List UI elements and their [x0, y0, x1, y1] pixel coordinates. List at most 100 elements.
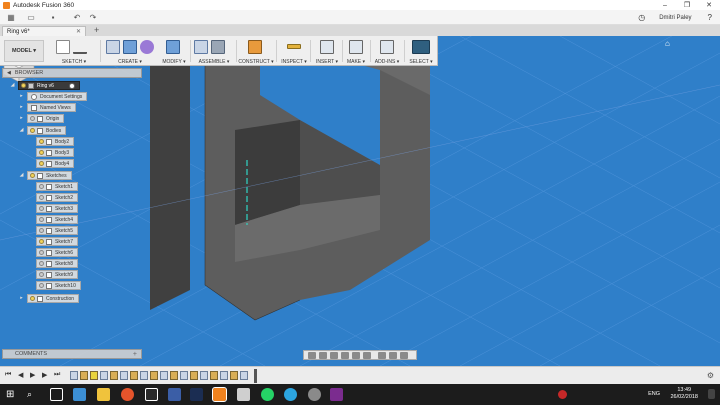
- press-pull-icon[interactable]: [166, 39, 180, 54]
- timeline-feature[interactable]: [130, 371, 138, 380]
- visibility-bulb-icon[interactable]: [30, 128, 35, 133]
- visibility-bulb-icon[interactable]: [39, 228, 44, 233]
- visibility-bulb-icon[interactable]: [39, 272, 44, 277]
- expand-toggle-icon[interactable]: ▸: [19, 295, 24, 301]
- notifications-icon[interactable]: [708, 389, 715, 399]
- timeline-settings-gear-icon[interactable]: ⚙: [707, 371, 714, 380]
- visibility-bulb-icon[interactable]: [39, 150, 44, 155]
- timeline-feature[interactable]: [160, 371, 168, 380]
- zoom-window-icon[interactable]: [363, 351, 371, 359]
- insert-menu-label[interactable]: INSERT ▾: [312, 59, 342, 65]
- visibility-bulb-icon[interactable]: [39, 195, 44, 200]
- browser-item-sketch[interactable]: Sketch8: [36, 259, 79, 268]
- activate-radio-icon[interactable]: [69, 82, 75, 89]
- create-sketch-icon[interactable]: [56, 39, 70, 54]
- file-menu-icon[interactable]: ▭: [26, 12, 36, 22]
- store-icon[interactable]: [145, 388, 158, 401]
- extrude-icon[interactable]: [123, 39, 137, 54]
- timeline-feature[interactable]: [170, 371, 178, 380]
- browser-item-named-views[interactable]: Named Views: [27, 103, 76, 112]
- sketch-menu-label[interactable]: SKETCH ▾: [50, 59, 98, 65]
- visibility-bulb-icon[interactable]: [39, 261, 44, 266]
- help-icon[interactable]: ?: [708, 13, 712, 22]
- browser-item-body[interactable]: Body4: [36, 159, 75, 168]
- timeline-feature[interactable]: [150, 371, 158, 380]
- insert-image-icon[interactable]: [320, 39, 334, 54]
- user-account-menu[interactable]: Dmitri Paley: [659, 15, 691, 21]
- input-language[interactable]: ENG: [648, 391, 660, 397]
- display-settings-icon[interactable]: [378, 351, 386, 359]
- photoshop-icon[interactable]: [190, 388, 203, 401]
- job-status-icon[interactable]: ◷: [638, 13, 645, 22]
- assemble-group[interactable]: ASSEMBLE ▾: [192, 38, 236, 65]
- add-comment-icon[interactable]: +: [133, 350, 137, 359]
- visibility-bulb-icon[interactable]: [39, 250, 44, 255]
- expand-toggle-icon[interactable]: ▸: [19, 104, 24, 110]
- timeline-feature[interactable]: [240, 371, 248, 380]
- sketch-group[interactable]: SKETCH ▾: [50, 38, 98, 65]
- tray-app-icon[interactable]: [558, 390, 567, 399]
- timeline-feature[interactable]: [190, 371, 198, 380]
- edge-browser-icon[interactable]: [73, 388, 86, 401]
- timeline-feature[interactable]: [210, 371, 218, 380]
- onenote-icon[interactable]: [330, 388, 343, 401]
- visibility-bulb-icon[interactable]: [30, 173, 35, 178]
- inspect-group[interactable]: INSPECT ▾: [278, 38, 310, 65]
- joint-icon[interactable]: [211, 39, 225, 54]
- make-group[interactable]: MAKE ▾: [344, 38, 368, 65]
- inspect-menu-label[interactable]: INSPECT ▾: [278, 59, 310, 65]
- file-explorer-icon[interactable]: [97, 388, 110, 401]
- collapse-browser-icon[interactable]: ◀: [7, 70, 11, 76]
- redo-icon[interactable]: ↷: [88, 12, 98, 22]
- expand-toggle-icon[interactable]: ◢: [10, 82, 15, 88]
- browser-item-sketch[interactable]: Sketch5: [36, 226, 79, 235]
- pan-icon[interactable]: [330, 351, 338, 359]
- browser-item-bodies[interactable]: Bodies: [27, 126, 67, 135]
- visibility-bulb-icon[interactable]: [21, 83, 26, 88]
- visibility-bulb-icon[interactable]: [39, 184, 44, 189]
- browser-item-sketch[interactable]: Sketch1: [36, 182, 79, 191]
- select-menu-label[interactable]: SELECT ▾: [406, 59, 436, 65]
- visibility-bulb-icon[interactable]: [39, 206, 44, 211]
- maximize-button[interactable]: ❐: [676, 0, 698, 10]
- visibility-bulb-icon[interactable]: [39, 239, 44, 244]
- visibility-bulb-icon[interactable]: [30, 116, 35, 121]
- browser-item-sketch[interactable]: Sketch10: [36, 281, 81, 290]
- firefox-icon[interactable]: [121, 388, 134, 401]
- select-icon[interactable]: [412, 39, 430, 54]
- measure-icon[interactable]: [287, 44, 301, 49]
- timeline-feature[interactable]: [100, 371, 108, 380]
- make-menu-label[interactable]: MAKE ▾: [344, 59, 368, 65]
- play-icon[interactable]: ▶: [30, 371, 38, 380]
- offset-plane-icon[interactable]: [248, 39, 262, 54]
- timeline-feature[interactable]: [230, 371, 238, 380]
- timeline-feature[interactable]: [120, 371, 128, 380]
- add-ins-menu-label[interactable]: ADD-INS ▾: [372, 59, 402, 65]
- timeline-feature[interactable]: [90, 371, 98, 380]
- create-group[interactable]: CREATE ▾: [102, 38, 158, 65]
- orbit-icon[interactable]: [308, 351, 316, 359]
- task-view-icon[interactable]: [50, 388, 63, 401]
- fusion-taskbar-icon[interactable]: [212, 387, 227, 402]
- app-taskbar-icon[interactable]: [168, 388, 181, 401]
- 3d-canvas[interactable]: RIGHT ⌂: [0, 36, 720, 366]
- browser-item-sketch[interactable]: Sketch3: [36, 204, 79, 213]
- timeline-feature[interactable]: [140, 371, 148, 380]
- browser-panel-header[interactable]: ◀ BROWSER: [2, 68, 142, 78]
- line-icon[interactable]: [73, 40, 87, 54]
- app-taskbar-icon[interactable]: [308, 388, 321, 401]
- scripts-addins-icon[interactable]: [380, 39, 394, 54]
- data-panel-grid-icon[interactable]: ▦: [6, 12, 16, 22]
- whatsapp-icon[interactable]: [261, 388, 274, 401]
- close-button[interactable]: ✕: [698, 0, 720, 10]
- visibility-bulb-icon[interactable]: [39, 217, 44, 222]
- fit-icon[interactable]: [352, 351, 360, 359]
- create-menu-label[interactable]: CREATE ▾: [102, 59, 158, 65]
- timeline-feature[interactable]: [180, 371, 188, 380]
- grid-snap-icon[interactable]: [389, 351, 397, 359]
- zoom-icon[interactable]: [341, 351, 349, 359]
- browser-root-node[interactable]: Ring v6: [18, 81, 80, 90]
- look-at-icon[interactable]: [319, 351, 327, 359]
- browser-item-sketch[interactable]: Sketch6: [36, 248, 79, 257]
- modify-menu-label[interactable]: MODIFY ▾: [160, 59, 188, 65]
